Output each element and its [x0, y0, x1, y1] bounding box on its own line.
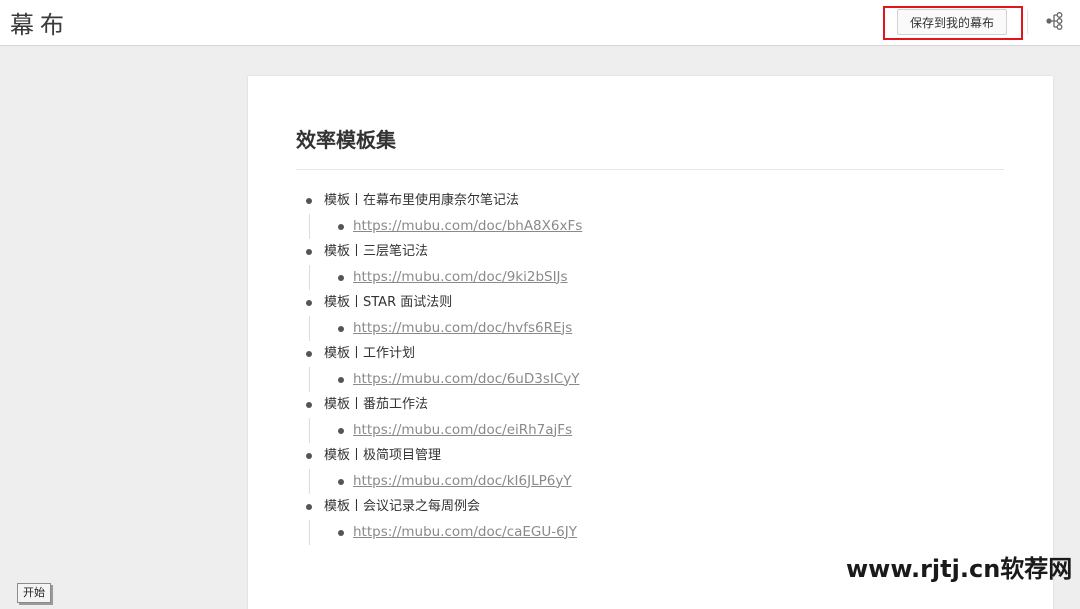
outline-node[interactable]: 模板丨STAR 面试法则 — [296, 290, 996, 316]
outline-item: 模板丨会议记录之每周例会 https://mubu.com/doc/caEGU-… — [296, 494, 996, 545]
document-card: 效率模板集 模板丨在幕布里使用康奈尔笔记法 https://mubu.com/d… — [248, 76, 1053, 609]
outline-node[interactable]: 模板丨极简项目管理 — [296, 443, 996, 469]
child-node: https://mubu.com/doc/kI6JLP6yY — [310, 469, 996, 495]
bullet-icon[interactable] — [306, 198, 312, 204]
child-list: https://mubu.com/doc/6uD3sICyY — [309, 366, 996, 393]
outline-item: 模板丨三层笔记法 https://mubu.com/doc/9ki2bSIJs — [296, 239, 996, 290]
bullet-icon[interactable] — [338, 223, 344, 230]
outline-node[interactable]: 模板丨工作计划 — [296, 341, 996, 367]
bullet-icon[interactable] — [338, 325, 344, 332]
doc-link[interactable]: https://mubu.com/doc/hvfs6REjs — [353, 320, 572, 336]
outline-node[interactable]: 模板丨在幕布里使用康奈尔笔记法 — [296, 188, 996, 214]
child-list: https://mubu.com/doc/bhA8X6xFs — [309, 213, 996, 240]
outline-node[interactable]: 模板丨番茄工作法 — [296, 392, 996, 418]
outline-item: 模板丨STAR 面试法则 https://mubu.com/doc/hvfs6R… — [296, 290, 996, 341]
child-list: https://mubu.com/doc/kI6JLP6yY — [309, 468, 996, 495]
child-node: https://mubu.com/doc/9ki2bSIJs — [310, 265, 996, 291]
child-node: https://mubu.com/doc/hvfs6REjs — [310, 316, 996, 342]
outline-node[interactable]: 模板丨会议记录之每周例会 — [296, 494, 996, 520]
mindmap-icon[interactable] — [1044, 10, 1066, 32]
bullet-icon[interactable] — [306, 249, 312, 255]
outline-list: 模板丨在幕布里使用康奈尔笔记法 https://mubu.com/doc/bhA… — [296, 188, 996, 545]
node-label: 模板丨会议记录之每周例会 — [324, 499, 481, 514]
doc-link[interactable]: https://mubu.com/doc/caEGU-6JY — [353, 524, 577, 540]
doc-link[interactable]: https://mubu.com/doc/eiRh7ajFs — [353, 422, 572, 438]
child-node: https://mubu.com/doc/caEGU-6JY — [310, 520, 996, 546]
node-label: 模板丨在幕布里使用康奈尔笔记法 — [324, 193, 520, 208]
watermark: www.rjtj.cn软荐网 — [846, 555, 1073, 583]
bullet-icon[interactable] — [306, 351, 312, 357]
bullet-icon[interactable] — [306, 504, 312, 510]
node-label: 模板丨番茄工作法 — [324, 397, 429, 412]
bullet-icon[interactable] — [306, 300, 312, 306]
document-title: 效率模板集 — [296, 128, 396, 152]
outline-item: 模板丨极简项目管理 https://mubu.com/doc/kI6JLP6yY — [296, 443, 996, 494]
bullet-icon[interactable] — [306, 453, 312, 459]
outline-item: 模板丨工作计划 https://mubu.com/doc/6uD3sICyY — [296, 341, 996, 392]
bullet-icon[interactable] — [338, 529, 344, 536]
outline-item: 模板丨在幕布里使用康奈尔笔记法 https://mubu.com/doc/bhA… — [296, 188, 996, 239]
save-to-my-mubu-button[interactable]: 保存到我的幕布 — [897, 9, 1007, 35]
doc-link[interactable]: https://mubu.com/doc/bhA8X6xFs — [353, 218, 582, 234]
bullet-icon[interactable] — [306, 402, 312, 408]
bullet-icon[interactable] — [338, 274, 344, 281]
doc-link[interactable]: https://mubu.com/doc/6uD3sICyY — [353, 371, 580, 387]
node-label: 模板丨STAR 面试法则 — [324, 295, 453, 310]
node-label: 模板丨三层笔记法 — [324, 244, 429, 259]
doc-link[interactable]: https://mubu.com/doc/9ki2bSIJs — [353, 269, 568, 285]
child-list: https://mubu.com/doc/9ki2bSIJs — [309, 264, 996, 291]
logo[interactable]: 幕布 — [10, 5, 70, 40]
top-bar: 幕布 保存到我的幕布 — [0, 0, 1080, 46]
child-list: https://mubu.com/doc/caEGU-6JY — [309, 519, 996, 546]
doc-link[interactable]: https://mubu.com/doc/kI6JLP6yY — [353, 473, 572, 489]
divider — [1027, 10, 1028, 34]
child-node: https://mubu.com/doc/6uD3sICyY — [310, 367, 996, 393]
node-label: 模板丨极简项目管理 — [324, 448, 442, 463]
child-node: https://mubu.com/doc/bhA8X6xFs — [310, 214, 996, 240]
child-list: https://mubu.com/doc/eiRh7ajFs — [309, 417, 996, 444]
child-node: https://mubu.com/doc/eiRh7ajFs — [310, 418, 996, 444]
node-label: 模板丨工作计划 — [324, 346, 416, 361]
child-list: https://mubu.com/doc/hvfs6REjs — [309, 315, 996, 342]
bullet-icon[interactable] — [338, 478, 344, 485]
bullet-icon[interactable] — [338, 376, 344, 383]
start-button[interactable]: 开始 — [17, 583, 51, 603]
outline-node[interactable]: 模板丨三层笔记法 — [296, 239, 996, 265]
outline-item: 模板丨番茄工作法 https://mubu.com/doc/eiRh7ajFs — [296, 392, 996, 443]
bullet-icon[interactable] — [338, 427, 344, 434]
title-divider — [296, 169, 1004, 170]
